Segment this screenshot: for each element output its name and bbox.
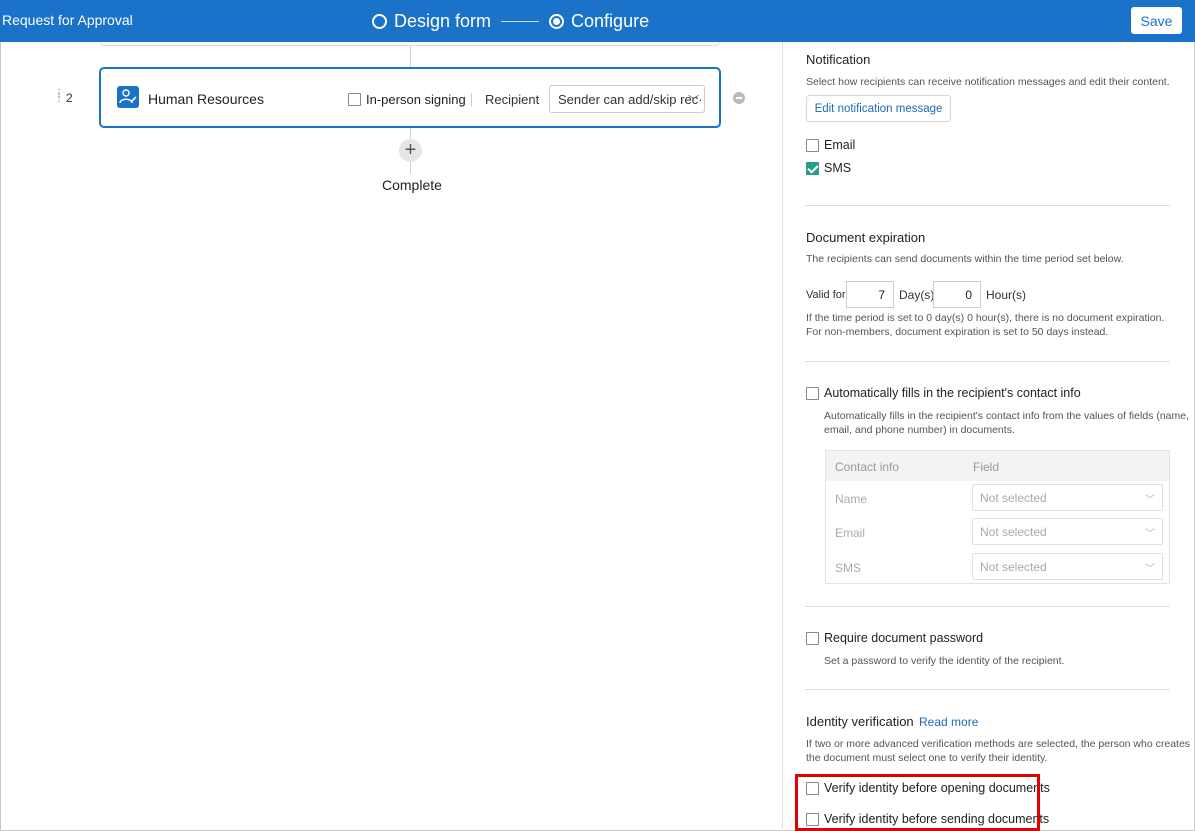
identity-desc-2: the document must select one to verify t… bbox=[806, 752, 1048, 764]
recipient-select[interactable]: Sender can add/skip rec··· ﹀ bbox=[549, 85, 705, 113]
hours-input[interactable]: 0 bbox=[933, 281, 981, 308]
email-field-select[interactable]: Not selected ﹀ bbox=[972, 518, 1163, 545]
highlight-box bbox=[795, 774, 1040, 831]
step-configure-label: Configure bbox=[571, 10, 650, 31]
contact-info-table: Contact info Field Name Not selected ﹀ E… bbox=[825, 450, 1170, 584]
edit-notification-button[interactable]: Edit notification message bbox=[806, 95, 951, 122]
drag-handle-icon[interactable]: ⋮ ⋮ bbox=[54, 89, 64, 104]
complete-label: Complete bbox=[382, 177, 442, 193]
name-field-select[interactable]: Not selected ﹀ bbox=[972, 484, 1163, 511]
step-configure[interactable]: Configure bbox=[549, 11, 649, 32]
expiration-desc: The recipients can send documents within… bbox=[806, 253, 1124, 265]
read-more-link[interactable]: Read more bbox=[919, 715, 978, 729]
checkbox-icon[interactable] bbox=[806, 138, 819, 152]
radio-empty-icon bbox=[372, 13, 387, 29]
in-person-signing-checkbox[interactable]: In-person signing bbox=[348, 92, 466, 107]
sms-checkbox[interactable]: SMS bbox=[806, 161, 851, 175]
password-label: Require document password bbox=[824, 631, 984, 645]
page-title: Request for Approval bbox=[2, 12, 133, 28]
password-checkbox[interactable]: Require document password bbox=[806, 631, 983, 645]
identity-desc-1: If two or more advanced verification met… bbox=[806, 738, 1191, 750]
workflow-step-card[interactable]: Human Resources In-person signing Recipi… bbox=[99, 67, 721, 128]
chevron-down-icon: ﹀ bbox=[688, 95, 699, 107]
col-contact-info: Contact info bbox=[835, 460, 900, 474]
save-button[interactable]: Save bbox=[1131, 7, 1182, 34]
radio-filled-icon bbox=[549, 13, 565, 29]
connector-line bbox=[410, 162, 411, 174]
in-person-signing-label: In-person signing bbox=[366, 92, 466, 107]
checkbox-icon[interactable] bbox=[348, 93, 361, 106]
days-unit: Day(s) bbox=[899, 288, 935, 302]
days-input[interactable]: 7 bbox=[846, 281, 894, 308]
select-value: Not selected bbox=[980, 491, 1047, 505]
autofill-desc-1: Automatically fills in the recipient's c… bbox=[824, 410, 1190, 422]
checkbox-checked-icon[interactable] bbox=[806, 161, 819, 175]
top-header: Request for Approval Design form Configu… bbox=[0, 0, 1195, 42]
row-email-label: Email bbox=[835, 526, 866, 540]
col-field: Field bbox=[973, 460, 1000, 474]
remove-step-icon[interactable] bbox=[733, 92, 745, 104]
notification-desc: Select how recipients can receive notifi… bbox=[806, 76, 1170, 88]
checkbox-icon[interactable] bbox=[806, 631, 819, 645]
divider bbox=[471, 93, 472, 106]
sms-field-select[interactable]: Not selected ﹀ bbox=[972, 553, 1163, 580]
checkbox-icon[interactable] bbox=[806, 386, 819, 400]
section-divider bbox=[805, 361, 1170, 362]
notification-title: Notification bbox=[806, 52, 871, 67]
password-desc: Set a password to verify the identity of… bbox=[824, 655, 1065, 667]
section-divider bbox=[805, 606, 1170, 607]
autofill-desc-2: email, and phone number) in documents. bbox=[824, 424, 1015, 436]
step-connector-line bbox=[501, 20, 540, 22]
email-checkbox[interactable]: Email bbox=[806, 138, 855, 152]
chevron-down-icon: ﹀ bbox=[1145, 495, 1155, 506]
step-indicator: Design form Configure bbox=[372, 8, 649, 34]
select-value: Not selected bbox=[980, 560, 1047, 574]
valid-for-label: Valid for bbox=[806, 289, 846, 301]
person-edit-icon bbox=[117, 86, 139, 108]
step-name: Human Resources bbox=[148, 91, 264, 107]
recipient-label: Recipient bbox=[485, 92, 540, 107]
section-divider bbox=[805, 689, 1170, 690]
chevron-down-icon: ﹀ bbox=[1145, 564, 1155, 575]
email-label: Email bbox=[824, 138, 856, 152]
expiration-note-2: For non-members, document expiration is … bbox=[806, 326, 1109, 338]
expiration-title: Document expiration bbox=[806, 230, 926, 245]
step-design-form[interactable]: Design form bbox=[372, 11, 491, 32]
hours-unit: Hour(s) bbox=[986, 288, 1027, 302]
step-number: 2 bbox=[66, 91, 73, 105]
autofill-label: Automatically fills in the recipient's c… bbox=[824, 386, 1081, 400]
section-divider bbox=[805, 205, 1170, 206]
connector-line bbox=[410, 46, 411, 67]
sms-label: SMS bbox=[824, 161, 852, 175]
row-name-label: Name bbox=[835, 492, 868, 506]
connector-line bbox=[410, 128, 411, 139]
row-sms-label: SMS bbox=[835, 561, 862, 575]
autofill-checkbox[interactable]: Automatically fills in the recipient's c… bbox=[806, 386, 1081, 400]
expiration-note-1: If the time period is set to 0 day(s) 0 … bbox=[806, 312, 1165, 324]
recipient-select-value: Sender can add/skip rec··· bbox=[558, 92, 705, 107]
add-step-button[interactable]: + bbox=[399, 139, 422, 162]
chevron-down-icon: ﹀ bbox=[1145, 529, 1155, 540]
step-design-form-label: Design form bbox=[394, 10, 492, 31]
table-header: Contact info Field bbox=[826, 451, 1169, 481]
identity-title: Identity verification bbox=[806, 714, 914, 729]
select-value: Not selected bbox=[980, 525, 1047, 539]
